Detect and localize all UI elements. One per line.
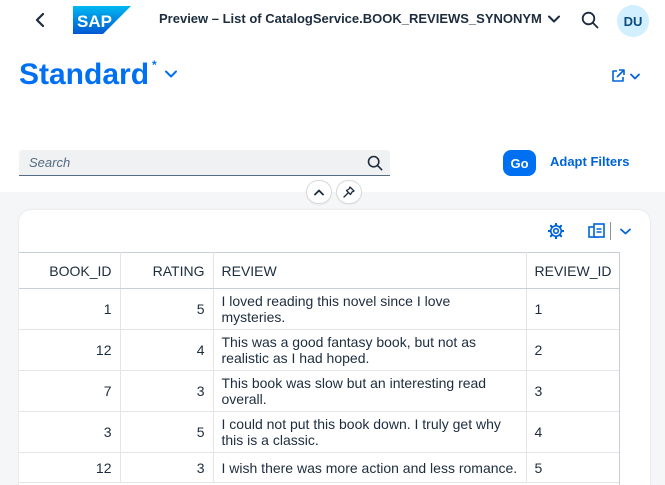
table-settings-button[interactable] — [546, 221, 566, 241]
cell-book-id: 12 — [19, 452, 121, 483]
cell-review-id: 2 — [525, 329, 620, 371]
chevron-left-icon — [35, 13, 45, 27]
variant-name: Standard — [19, 58, 150, 91]
table-right-border — [619, 252, 620, 485]
table-row[interactable]: 1 5 I loved reading this novel since I l… — [19, 288, 620, 330]
column-header-review[interactable]: REVIEW — [212, 252, 527, 289]
collapse-header-button[interactable] — [307, 181, 331, 203]
cell-rating: 4 — [119, 329, 214, 371]
data-table: BOOK_ID RATING REVIEW REVIEW_ID 1 5 I lo… — [19, 252, 620, 483]
chevron-down-icon — [547, 15, 560, 22]
table-row[interactable]: 12 4 This was a good fantasy book, but n… — [19, 329, 620, 371]
shell-search-button[interactable] — [578, 8, 602, 32]
adapt-filters-button[interactable]: Adapt Filters — [550, 154, 629, 169]
table-header-row: BOOK_ID RATING REVIEW REVIEW_ID — [19, 252, 620, 289]
column-header-rating[interactable]: RATING — [119, 252, 214, 289]
search-icon — [367, 155, 383, 170]
table-row[interactable]: 7 3 This book was slow but an interestin… — [19, 370, 620, 412]
toolbar-separator — [610, 222, 611, 240]
shell-bar: SAP Preview – List of CatalogService.BOO… — [0, 0, 665, 40]
app-title-menu[interactable]: Preview – List of CatalogService.BOOK_RE… — [159, 11, 560, 26]
chevron-down-icon — [619, 228, 631, 234]
cell-rating: 5 — [119, 411, 214, 453]
cell-review-id: 4 — [525, 411, 620, 453]
chevron-down-icon — [630, 73, 640, 79]
avatar[interactable]: DU — [617, 5, 649, 37]
cell-review-id: 1 — [525, 288, 620, 330]
app-title: Preview – List of CatalogService.BOOK_RE… — [159, 11, 542, 26]
go-button[interactable]: Go — [503, 150, 536, 176]
pin-header-button[interactable] — [337, 181, 361, 203]
cell-review: I could not put this book down. I truly … — [212, 411, 527, 453]
cell-review: This was a good fantasy book, but not as… — [212, 329, 527, 371]
share-icon — [612, 69, 625, 82]
export-menu-button[interactable] — [617, 221, 633, 241]
search-icon — [581, 11, 599, 29]
table-card: BOOK_ID RATING REVIEW REVIEW_ID 1 5 I lo… — [19, 210, 650, 485]
cell-review: This book was slow but an interesting re… — [212, 370, 527, 412]
search-input[interactable] — [19, 150, 360, 175]
cell-rating: 3 — [119, 370, 214, 412]
export-button[interactable] — [586, 221, 608, 241]
cell-book-id: 12 — [19, 329, 121, 371]
gear-icon — [548, 223, 564, 239]
chevron-up-icon — [314, 189, 324, 195]
cell-book-id: 1 — [19, 288, 121, 330]
svg-text:SAP: SAP — [77, 12, 112, 31]
table-row[interactable]: 3 5 I could not put this book down. I tr… — [19, 411, 620, 453]
cell-rating: 3 — [119, 452, 214, 483]
cell-review: I wish there was more action and less ro… — [212, 452, 527, 483]
page-header: Standard * Go Adapt Filters — [0, 40, 665, 192]
table-row[interactable]: 12 3 I wish there was more action and le… — [19, 452, 620, 483]
cell-book-id: 3 — [19, 411, 121, 453]
back-button[interactable] — [28, 8, 52, 32]
variant-management[interactable]: Standard * — [19, 58, 177, 92]
variant-dirty-marker: * — [152, 58, 157, 72]
export-icon — [588, 223, 605, 238]
search-submit-button[interactable] — [360, 150, 390, 175]
search-field — [19, 150, 390, 176]
cell-book-id: 7 — [19, 370, 121, 412]
share-button[interactable] — [605, 65, 645, 87]
cell-review: I loved reading this novel since I love … — [212, 288, 527, 330]
column-header-review-id[interactable]: REVIEW_ID — [525, 252, 620, 289]
sap-logo: SAP — [73, 6, 131, 34]
pin-icon — [343, 186, 355, 198]
cell-review-id: 3 — [525, 370, 620, 412]
table-toolbar — [19, 210, 650, 252]
cell-rating: 5 — [119, 288, 214, 330]
chevron-down-icon — [164, 70, 177, 78]
column-header-book-id[interactable]: BOOK_ID — [19, 252, 121, 289]
cell-review-id: 5 — [525, 452, 620, 483]
